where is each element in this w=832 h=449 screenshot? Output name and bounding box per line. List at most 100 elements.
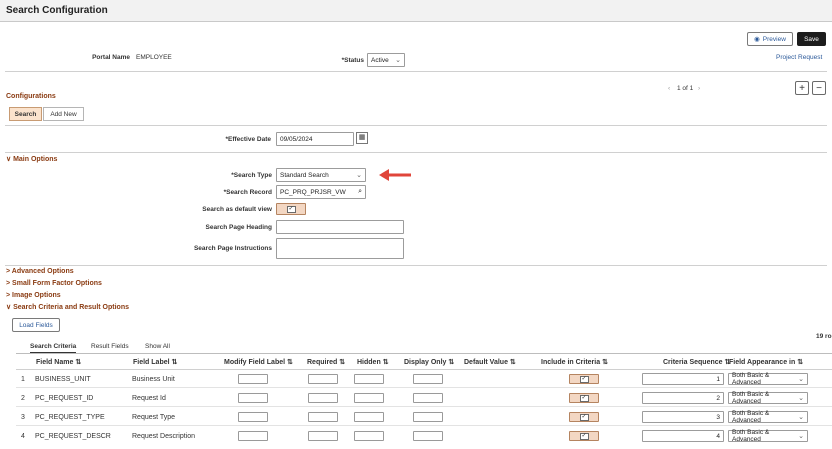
- sort-icon: ⇅: [75, 359, 82, 366]
- project-request-link[interactable]: Project Request: [776, 54, 822, 61]
- display-only-checkbox[interactable]: [413, 412, 443, 422]
- col-modify-label-label: Modify Field Label: [224, 359, 286, 366]
- col-default-value-label: Default Value: [464, 359, 508, 366]
- small-form-factor-header[interactable]: > Small Form Factor Options: [6, 280, 102, 287]
- image-options-header[interactable]: > Image Options: [6, 292, 61, 299]
- display-only-checkbox[interactable]: [413, 374, 443, 384]
- field-name-cell: BUSINESS_UNIT: [35, 376, 91, 383]
- row-number: 3: [21, 414, 25, 421]
- field-label-cell: Business Unit: [132, 376, 175, 383]
- effective-date-input[interactable]: 09/05/2024: [276, 132, 354, 146]
- col-field-appearance[interactable]: Field Appearance in ⇅: [729, 358, 803, 366]
- divider: [5, 125, 827, 126]
- portal-name-value: EMPLOYEE: [136, 54, 172, 61]
- required-checkbox[interactable]: [308, 412, 338, 422]
- criteria-sequence-input[interactable]: 4: [642, 430, 724, 442]
- subtab-show-all[interactable]: Show All: [145, 343, 170, 350]
- tab-search[interactable]: Search: [9, 107, 42, 121]
- divider: [16, 353, 832, 354]
- save-button[interactable]: Save: [797, 32, 826, 46]
- status-select[interactable]: Active ⌄: [367, 53, 405, 67]
- small-form-factor-title: Small Form Factor Options: [12, 280, 102, 287]
- field-appearance-select[interactable]: Both Basic & Advanced ⌄: [728, 391, 808, 405]
- add-row-icon[interactable]: +: [795, 81, 809, 95]
- hidden-checkbox[interactable]: [354, 393, 384, 403]
- status-label: *Status: [341, 57, 364, 64]
- calendar-icon[interactable]: ▦: [356, 132, 368, 144]
- display-only-checkbox[interactable]: [413, 431, 443, 441]
- required-checkbox[interactable]: [308, 393, 338, 403]
- hidden-checkbox[interactable]: [354, 374, 384, 384]
- field-appearance-value: Both Basic & Advanced: [732, 391, 770, 405]
- table-row: 4 PC_REQUEST_DESCR Request Description ✓…: [16, 427, 832, 445]
- tab-add-new[interactable]: Add New: [43, 107, 84, 121]
- arrow-annotation-icon: [379, 169, 411, 181]
- col-default-value[interactable]: Default Value ⇅: [464, 358, 516, 366]
- load-fields-button[interactable]: Load Fields: [12, 318, 60, 332]
- include-criteria-checkbox[interactable]: ✓: [569, 412, 599, 422]
- col-criteria-sequence[interactable]: Criteria Sequence ⇅: [663, 358, 730, 366]
- field-appearance-value: Both Basic & Advanced: [732, 372, 770, 386]
- sort-icon: ⇅: [382, 359, 389, 366]
- default-view-toggle[interactable]: ✓: [276, 203, 306, 215]
- sort-icon: ⇅: [287, 359, 293, 366]
- effective-date-value: 09/05/2024: [280, 135, 313, 143]
- search-record-input[interactable]: PC_PRQ_PRJSR_VW ⌕: [276, 185, 366, 199]
- subtab-result-fields[interactable]: Result Fields: [91, 343, 129, 350]
- search-icon[interactable]: ⌕: [358, 188, 362, 196]
- checkmark-icon: ✓: [579, 375, 589, 383]
- pager-next-icon[interactable]: ›: [698, 85, 700, 92]
- chevron-down-icon: ⌄: [798, 395, 804, 402]
- status-value: Active: [371, 56, 389, 64]
- include-criteria-checkbox[interactable]: ✓: [569, 431, 599, 441]
- main-options-header[interactable]: ∨ Main Options: [6, 155, 57, 163]
- field-appearance-select[interactable]: Both Basic & Advanced ⌄: [728, 372, 808, 386]
- display-only-checkbox[interactable]: [413, 393, 443, 403]
- field-appearance-select[interactable]: Both Basic & Advanced ⌄: [728, 410, 808, 424]
- window-title: Search Configuration: [6, 5, 108, 16]
- col-modify-label[interactable]: Modify Field Label ⇅: [224, 358, 293, 366]
- field-appearance-value: Both Basic & Advanced: [732, 410, 770, 424]
- criteria-sequence-input[interactable]: 3: [642, 411, 724, 423]
- row-number: 4: [21, 433, 25, 440]
- col-hidden-label: Hidden: [357, 359, 381, 366]
- required-checkbox[interactable]: [308, 431, 338, 441]
- col-field-label[interactable]: Field Label ⇅: [133, 358, 177, 366]
- col-field-name-label: Field Name: [36, 359, 74, 366]
- criteria-header[interactable]: ∨ Search Criteria and Result Options: [6, 303, 129, 311]
- criteria-sequence-input[interactable]: 2: [642, 392, 724, 404]
- search-type-label: *Search Type: [231, 172, 272, 179]
- field-name-cell: PC_REQUEST_DESCR: [35, 433, 111, 440]
- col-hidden[interactable]: Hidden ⇅: [357, 358, 389, 366]
- include-criteria-checkbox[interactable]: ✓: [569, 393, 599, 403]
- modify-label-checkbox[interactable]: [238, 374, 268, 384]
- remove-row-icon[interactable]: −: [812, 81, 826, 95]
- instructions-textarea[interactable]: [276, 238, 404, 259]
- col-display-only-label: Display Only: [404, 359, 447, 366]
- pager-prev-icon[interactable]: ‹: [668, 85, 670, 92]
- hidden-checkbox[interactable]: [354, 412, 384, 422]
- col-include-criteria[interactable]: Include in Criteria ⇅: [541, 358, 608, 366]
- preview-button[interactable]: ◉ Preview: [747, 32, 793, 46]
- effective-date-label: *Effective Date: [225, 136, 271, 143]
- col-field-name[interactable]: Field Name ⇅: [36, 358, 81, 366]
- eye-icon: ◉: [754, 36, 760, 43]
- heading-input[interactable]: [276, 220, 404, 234]
- advanced-options-header[interactable]: > Advanced Options: [6, 268, 74, 275]
- search-type-select[interactable]: Standard Search ⌄: [276, 168, 366, 182]
- sort-icon: ⇅: [797, 359, 804, 366]
- criteria-title: Search Criteria and Result Options: [13, 304, 129, 311]
- col-display-only[interactable]: Display Only ⇅: [404, 358, 454, 366]
- col-required[interactable]: Required ⇅: [307, 358, 345, 366]
- required-checkbox[interactable]: [308, 374, 338, 384]
- modify-label-checkbox[interactable]: [238, 393, 268, 403]
- divider: [5, 265, 827, 266]
- criteria-sequence-input[interactable]: 1: [642, 373, 724, 385]
- chevron-down-icon: ⌄: [798, 376, 804, 383]
- field-appearance-select[interactable]: Both Basic & Advanced ⌄: [728, 429, 808, 443]
- modify-label-checkbox[interactable]: [238, 431, 268, 441]
- field-label-cell: Request Id: [132, 395, 166, 402]
- hidden-checkbox[interactable]: [354, 431, 384, 441]
- include-criteria-checkbox[interactable]: ✓: [569, 374, 599, 384]
- modify-label-checkbox[interactable]: [238, 412, 268, 422]
